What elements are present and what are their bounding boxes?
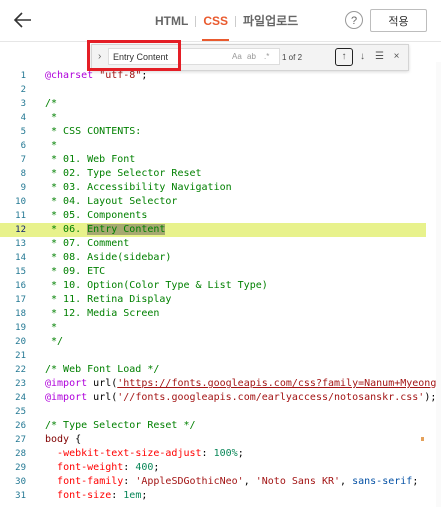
line-number: 24 (15, 393, 26, 403)
code-text: * 01. Web Font (45, 154, 136, 165)
code-text: font-weight: 400; (57, 462, 160, 473)
line-number: 16 (15, 281, 26, 291)
code-text: * 12. Media Screen (45, 308, 160, 319)
line-number: 23 (15, 379, 26, 389)
code-text: @charset "utf-8"; (45, 70, 148, 81)
line-number: 12 (15, 225, 26, 235)
apply-button[interactable]: 적용 (370, 9, 427, 32)
editor-tabs: HTML CSS 파일업로드 (148, 13, 305, 41)
code-text: * 06. Entry Content (45, 224, 166, 235)
line-number: 1 (20, 71, 26, 81)
code-text: body { (45, 434, 82, 445)
line-number: 21 (15, 351, 26, 361)
line-number: 28 (15, 449, 26, 459)
tab-html[interactable]: HTML (148, 13, 195, 29)
code-text: */ (45, 336, 64, 347)
line-number: 2 (20, 85, 26, 95)
regex-icon[interactable]: .* (264, 52, 269, 61)
line-number: 3 (20, 99, 26, 109)
match-whole-word-icon[interactable]: ab (247, 52, 256, 61)
arrow-up-icon[interactable]: ↑ (335, 48, 353, 66)
line-number: 31 (15, 491, 26, 501)
highlight-box (87, 40, 181, 71)
code-text: * 03. Accessibility Navigation (45, 182, 232, 193)
arrow-left-icon[interactable] (12, 9, 34, 31)
line-number: 10 (15, 197, 26, 207)
code-text: -webkit-text-size-adjust: 100%; (57, 448, 244, 459)
arrow-down-icon[interactable]: ↓ (355, 49, 370, 64)
code-text: font-size: 1em; (57, 490, 148, 501)
close-icon[interactable]: × (389, 49, 404, 64)
line-number: 15 (15, 267, 26, 277)
code-text: * 10. Option(Color Type & List Type) (45, 280, 268, 291)
code-text: * (45, 112, 58, 123)
code-text: * 07. Comment (45, 238, 130, 249)
line-number: 5 (20, 127, 26, 137)
find-in-selection-icon[interactable]: ☰ (372, 49, 387, 64)
line-number: 7 (20, 155, 26, 165)
line-number: 13 (15, 239, 26, 249)
line-number: 22 (15, 365, 26, 375)
line-number: 20 (15, 337, 26, 347)
code-text: @import url('https://fonts.googleapis.co… (45, 378, 441, 389)
editor-header: HTML CSS 파일업로드 ? 적용 (0, 0, 441, 42)
code-text: font-family: 'AppleSDGothicNeo', 'Noto S… (57, 476, 419, 487)
scrollbar-match-marker (421, 437, 424, 441)
code-text: * 05. Components (45, 210, 148, 221)
match-count: 1 of 2 (282, 53, 303, 62)
code-text: * 04. Layout Selector (45, 196, 178, 207)
code-text: * 09. ETC (45, 266, 106, 277)
tab-file-upload[interactable]: 파일업로드 (236, 13, 305, 29)
code-text: * CSS CONTENTS: (45, 126, 142, 137)
help-icon[interactable]: ? (345, 11, 363, 29)
code-text: * 08. Aside(sidebar) (45, 252, 172, 263)
search-match: Entry Content (87, 224, 166, 235)
line-number: 30 (15, 477, 26, 487)
code-line-current: 12 * 06. Entry Content (0, 223, 426, 237)
line-number: 29 (15, 463, 26, 473)
code-text: @import url('//fonts.googleapis.com/earl… (45, 392, 437, 403)
editor-scrollbar[interactable] (436, 62, 441, 507)
match-case-icon[interactable]: Aa (232, 52, 242, 61)
line-number: 25 (15, 407, 26, 417)
code-text: * (45, 140, 58, 151)
line-number: 27 (15, 435, 26, 445)
code-text: * 02. Type Selector Reset (45, 168, 202, 179)
line-number: 4 (20, 113, 26, 123)
line-number: 9 (20, 183, 26, 193)
code-text: * 11. Retina Display (45, 294, 172, 305)
line-number: 19 (15, 323, 26, 333)
line-number: 26 (15, 421, 26, 431)
code-text: /* Web Font Load */ (45, 364, 160, 375)
line-number: 17 (15, 295, 26, 305)
line-number: 6 (20, 141, 26, 151)
line-number: 14 (15, 253, 26, 263)
code-text: /* (45, 98, 58, 109)
line-number: 18 (15, 309, 26, 319)
line-number: 8 (20, 169, 26, 179)
line-number: 11 (15, 211, 26, 221)
code-text: /* Type Selector Reset */ (45, 420, 196, 431)
code-text: * (45, 322, 58, 333)
tab-css[interactable]: CSS (196, 13, 235, 41)
